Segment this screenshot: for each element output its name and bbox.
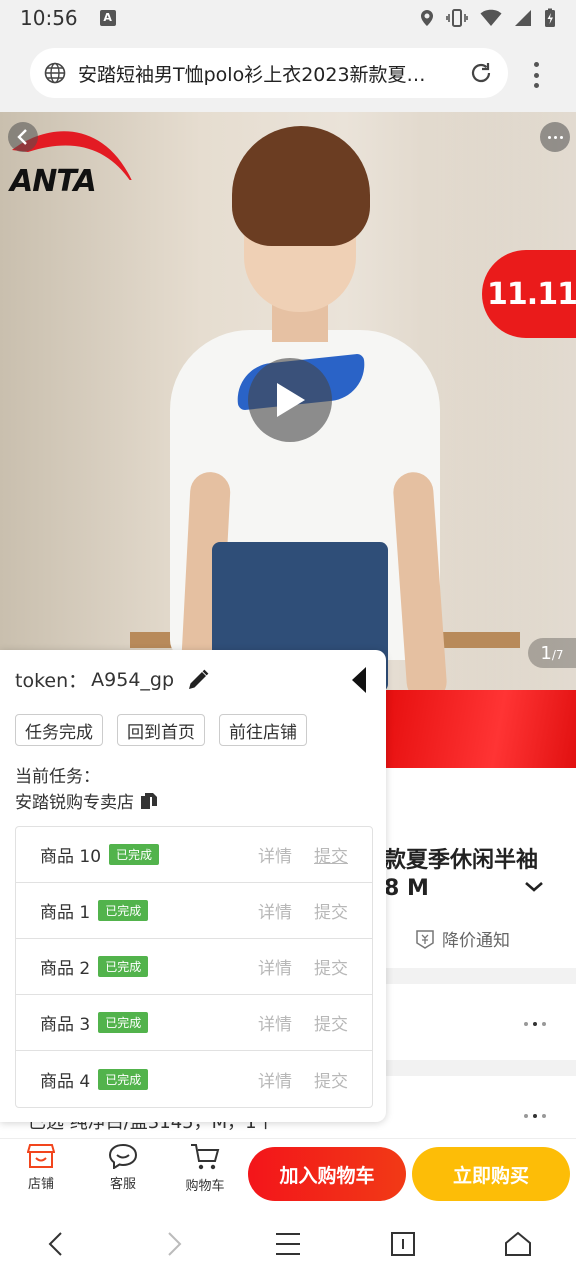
globe-icon <box>44 62 66 84</box>
task-name: 商品 2 <box>40 959 91 979</box>
go-store-button[interactable]: 前往店铺 <box>219 714 307 746</box>
promo-badge[interactable]: 11.11 <box>482 250 576 338</box>
task-name: 商品 3 <box>40 1015 91 1035</box>
status-badge: 已完成 <box>98 900 149 921</box>
nav-forward-icon[interactable] <box>162 1230 186 1258</box>
nav-home-icon[interactable] <box>504 1230 532 1258</box>
task-store-name: 安踏锐购专卖店 <box>15 793 134 813</box>
edit-icon[interactable] <box>186 668 210 692</box>
location-icon <box>421 10 433 26</box>
shop-label: 店铺 <box>27 1177 54 1192</box>
task-name: 商品 1 <box>40 903 91 923</box>
submit-link[interactable]: 提交 <box>314 1010 348 1035</box>
collapse-panel-icon[interactable] <box>350 666 368 694</box>
detail-link[interactable]: 详情 <box>258 898 292 923</box>
url-text[interactable]: 安踏短袖男T恤polo衫上衣2023新款夏… <box>78 60 468 87</box>
submit-link[interactable]: 提交 <box>314 842 348 867</box>
task-name: 商品 10 <box>40 847 102 867</box>
signal-icon <box>515 10 531 26</box>
task-panel: token： A954_gp 任务完成 回到首页 前往店铺 当前任务： 安踏锐购… <box>0 650 386 1122</box>
detail-link[interactable]: 详情 <box>258 1010 292 1035</box>
submit-link[interactable]: 提交 <box>314 954 348 979</box>
detail-link[interactable]: 详情 <box>258 842 292 867</box>
status-badge: 已完成 <box>98 956 149 977</box>
back-home-button[interactable]: 回到首页 <box>117 714 205 746</box>
submit-link[interactable]: 提交 <box>314 1067 348 1092</box>
image-counter-total: /7 <box>551 648 564 662</box>
reload-icon[interactable] <box>468 60 494 86</box>
status-icons <box>420 8 556 28</box>
shop-button[interactable]: 店铺 <box>11 1143 71 1192</box>
price-notify-label: 降价通知 <box>442 931 510 951</box>
status-badge: 已完成 <box>109 844 160 865</box>
product-size: 8 M <box>384 876 429 901</box>
menu-icon[interactable] <box>526 60 546 90</box>
more-options-button[interactable] <box>540 122 570 152</box>
current-task-store: 安踏锐购专卖店 <box>15 788 158 813</box>
token-label: token： <box>15 670 88 692</box>
task-row: 商品 2 已完成 详情 提交 <box>16 939 372 995</box>
task-row: 商品 10 已完成 详情 提交 <box>16 827 372 883</box>
current-task-label: 当前任务： <box>15 767 100 787</box>
app-notification-icon: A <box>99 10 116 26</box>
task-row: 商品 3 已完成 详情 提交 <box>16 995 372 1051</box>
system-nav-bar <box>0 1210 576 1280</box>
status-time: 10:56 <box>20 6 78 30</box>
browser-toolbar: 安踏短袖男T恤polo衫上衣2023新款夏… <box>0 36 576 112</box>
image-counter-current: 1 <box>540 642 552 664</box>
task-row: 商品 4 已完成 详情 提交 <box>16 1051 372 1107</box>
task-complete-button[interactable]: 任务完成 <box>15 714 103 746</box>
customer-service-button[interactable]: 客服 <box>93 1143 153 1192</box>
copy-icon[interactable] <box>140 792 158 810</box>
detail-link[interactable]: 详情 <box>258 954 292 979</box>
play-icon <box>277 383 305 417</box>
status-badge: 已完成 <box>98 1068 149 1090</box>
chat-icon <box>108 1143 138 1169</box>
status-bar: 10:56 A <box>0 0 576 36</box>
buy-now-button[interactable]: 立即购买 <box>412 1147 570 1201</box>
task-list: 商品 10 已完成 详情 提交 商品 1 已完成 详情 提交 商品 2 已完成 … <box>15 826 373 1108</box>
price-tag-icon <box>416 929 434 949</box>
chevron-left-icon <box>17 129 27 145</box>
status-badge: 已完成 <box>98 1012 149 1033</box>
product-title: 款夏季休闲半袖 <box>384 848 539 873</box>
task-row: 商品 1 已完成 详情 提交 <box>16 883 372 939</box>
vibrate-icon <box>446 9 468 27</box>
add-to-cart-button[interactable]: 加入购物车 <box>248 1147 406 1201</box>
cart-icon <box>191 1144 220 1170</box>
more-dots-icon[interactable] <box>524 1022 546 1026</box>
panel-actions: 任务完成 回到首页 前往店铺 <box>15 714 307 746</box>
service-label: 客服 <box>109 1177 136 1192</box>
more-dots-icon[interactable] <box>524 1114 546 1118</box>
token-row: token： A954_gp <box>15 666 210 693</box>
promo-badge-text: 11.11 <box>487 276 576 312</box>
detail-link[interactable]: 详情 <box>258 1067 292 1092</box>
brand-name: ANTA <box>10 164 97 199</box>
bottom-action-bar: 店铺 客服 购物车 加入购物车 立即购买 <box>0 1138 576 1210</box>
url-bar[interactable]: 安踏短袖男T恤polo衫上衣2023新款夏… <box>30 48 508 98</box>
back-button[interactable] <box>8 122 38 152</box>
token-value: A954_gp <box>91 668 175 691</box>
submit-link[interactable]: 提交 <box>314 898 348 923</box>
nav-tabs-icon[interactable] <box>390 1230 416 1258</box>
promo-banner[interactable] <box>380 690 576 768</box>
chevron-down-icon[interactable] <box>524 880 544 894</box>
play-video-button[interactable] <box>248 358 332 442</box>
price-notify-button[interactable]: 降价通知 <box>414 926 510 951</box>
wifi-icon <box>480 9 502 27</box>
nav-menu-icon[interactable] <box>274 1230 302 1258</box>
image-counter: 1/7 <box>528 638 576 668</box>
cart-button[interactable]: 购物车 <box>175 1143 235 1194</box>
shop-icon <box>27 1144 55 1168</box>
battery-icon <box>545 8 555 27</box>
nav-back-icon[interactable] <box>44 1230 68 1258</box>
cart-label: 购物车 <box>185 1179 225 1194</box>
task-name: 商品 4 <box>40 1071 91 1092</box>
